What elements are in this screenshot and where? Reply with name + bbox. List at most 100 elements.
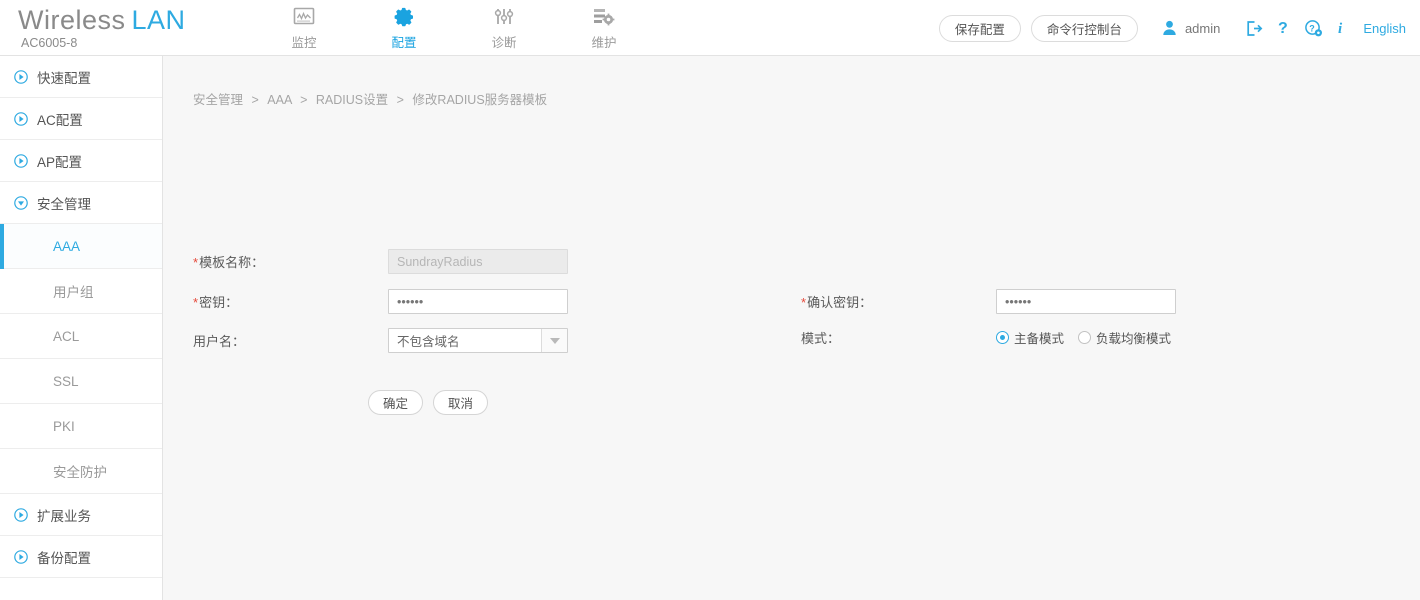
sidebar-label-security-defense: 安全防护 bbox=[53, 465, 107, 480]
sidebar-item-user-group[interactable]: 用户组 bbox=[0, 269, 162, 314]
support-icon[interactable]: ? bbox=[1304, 19, 1323, 38]
chevron-right-icon bbox=[14, 69, 28, 84]
chevron-down-icon[interactable] bbox=[541, 329, 567, 352]
sidebar-item-security-defense[interactable]: 安全防护 bbox=[0, 449, 162, 494]
sidebar-item-pki[interactable]: PKI bbox=[0, 404, 162, 449]
field-mode: 模式： 主备模式 负载均衡模式 bbox=[801, 328, 1171, 347]
breadcrumb-separator: > bbox=[251, 93, 259, 107]
sidebar-item-backup-config[interactable]: 备份配置 bbox=[0, 536, 162, 578]
topnav-label-maintenance: 维护 bbox=[591, 36, 617, 50]
sidebar-item-aaa[interactable]: AAA bbox=[0, 224, 162, 269]
field-username: 用户名： 不包含域名 bbox=[193, 328, 568, 353]
brand-title: Wireless LAN bbox=[18, 4, 250, 36]
sidebar-label-pki: PKI bbox=[53, 418, 75, 434]
breadcrumb-separator: > bbox=[396, 93, 404, 107]
brand-logo: Wireless LAN AC6005-8 bbox=[0, 0, 250, 50]
device-model: AC6005-8 bbox=[21, 36, 78, 50]
sidebar: 快速配置 AC配置 AP配置 安全管理 AAA 用户组 ACL SSL PKI … bbox=[0, 56, 163, 600]
sidebar-label-user-group: 用户组 bbox=[53, 285, 94, 300]
sidebar-label-aaa: AAA bbox=[53, 238, 81, 254]
svg-text:i: i bbox=[1338, 21, 1343, 37]
chevron-right-icon bbox=[14, 111, 28, 126]
brand-accent: LAN bbox=[131, 5, 186, 35]
sidebar-item-quick-config[interactable]: 快速配置 bbox=[0, 56, 162, 98]
user-avatar-icon bbox=[1162, 20, 1177, 36]
topnav-label-diagnostics: 诊断 bbox=[491, 36, 517, 50]
sliders-icon bbox=[476, 3, 532, 31]
language-switch[interactable]: English bbox=[1363, 21, 1406, 36]
save-config-button[interactable]: 保存配置 bbox=[938, 14, 1021, 42]
label-text-confirm-secret: 确认密钥： bbox=[807, 295, 873, 310]
topnav-item-monitor[interactable]: 监控 bbox=[276, 3, 332, 51]
sidebar-label-quick-config: 快速配置 bbox=[37, 70, 91, 86]
body-wrapper: 快速配置 AC配置 AP配置 安全管理 AAA 用户组 ACL SSL PKI … bbox=[0, 56, 1420, 600]
field-template-name: *模板名称： bbox=[193, 249, 568, 274]
radio-dot[interactable] bbox=[1078, 331, 1092, 344]
top-navigation: 监控 配置 诊断 维护 bbox=[276, 0, 632, 51]
mode-option-label-load-balance: 负载均衡模式 bbox=[1096, 332, 1172, 346]
header-actions: 保存配置 命令行控制台 admin ? ? i English bbox=[938, 0, 1406, 56]
template-name-input[interactable] bbox=[388, 249, 568, 274]
app-header: Wireless LAN AC6005-8 监控 配置 诊断 维护 保存配置 命… bbox=[0, 0, 1420, 56]
brand-name: Wireless bbox=[18, 5, 126, 35]
sidebar-label-ac-config: AC配置 bbox=[37, 112, 83, 128]
sidebar-label-extended-service: 扩展业务 bbox=[37, 508, 91, 524]
sidebar-item-extended-service[interactable]: 扩展业务 bbox=[0, 494, 162, 536]
form-actions: 确定 取消 bbox=[368, 390, 489, 415]
user-name-label: admin bbox=[1184, 20, 1221, 36]
username-select-value: 不包含域名 bbox=[397, 335, 460, 349]
chevron-right-icon bbox=[14, 153, 28, 168]
required-marker: * bbox=[193, 295, 199, 310]
submit-button[interactable]: 确定 bbox=[368, 390, 424, 415]
sidebar-label-acl: ACL bbox=[53, 328, 80, 344]
breadcrumb-item-3: 修改RADIUS服务器模板 bbox=[412, 93, 548, 107]
sidebar-subitem-wrapper: AAA bbox=[0, 224, 162, 269]
sidebar-label-security-management: 安全管理 bbox=[37, 196, 91, 212]
label-text-template-name: 模板名称： bbox=[199, 255, 265, 270]
content-area: 安全管理 > AAA > RADIUS设置 > 修改RADIUS服务器模板 *模… bbox=[163, 56, 1420, 600]
svg-text:?: ? bbox=[1310, 23, 1316, 33]
required-marker: * bbox=[801, 295, 807, 310]
username-select[interactable]: 不包含域名 bbox=[388, 328, 568, 353]
breadcrumb-item-0[interactable]: 安全管理 bbox=[193, 93, 243, 107]
chevron-right-icon bbox=[14, 507, 28, 522]
chevron-down-icon bbox=[14, 195, 28, 210]
mode-option-label-active-standby: 主备模式 bbox=[1014, 332, 1065, 346]
topnav-label-monitor: 监控 bbox=[291, 36, 317, 50]
logout-icon[interactable] bbox=[1246, 20, 1263, 37]
radio-dot-selected[interactable] bbox=[996, 331, 1009, 344]
sidebar-item-ac-config[interactable]: AC配置 bbox=[0, 98, 162, 140]
cli-console-button[interactable]: 命令行控制台 bbox=[1030, 14, 1138, 42]
svg-text:?: ? bbox=[1278, 20, 1288, 37]
breadcrumb-item-1[interactable]: AAA bbox=[267, 93, 291, 107]
cancel-button[interactable]: 取消 bbox=[433, 390, 489, 415]
sidebar-item-acl[interactable]: ACL bbox=[0, 314, 162, 359]
field-secret: *密钥： bbox=[193, 289, 568, 314]
label-text-mode: 模式： bbox=[801, 331, 841, 346]
topnav-label-config: 配置 bbox=[391, 36, 417, 50]
mode-option-active-standby[interactable]: 主备模式 bbox=[996, 328, 1064, 347]
chevron-right-icon bbox=[14, 549, 28, 564]
topnav-item-config[interactable]: 配置 bbox=[376, 3, 432, 51]
info-icon[interactable]: i bbox=[1337, 19, 1347, 37]
gear-icon bbox=[376, 3, 432, 31]
sidebar-label-ap-config: AP配置 bbox=[37, 154, 83, 170]
sidebar-item-ssl[interactable]: SSL bbox=[0, 359, 162, 404]
topnav-item-maintenance[interactable]: 维护 bbox=[576, 3, 632, 51]
breadcrumb-separator: > bbox=[300, 93, 308, 107]
secret-input[interactable] bbox=[388, 289, 568, 314]
required-marker: * bbox=[193, 255, 199, 270]
help-icon[interactable]: ? bbox=[1277, 19, 1290, 37]
confirm-secret-input[interactable] bbox=[996, 289, 1176, 314]
maintenance-icon bbox=[576, 3, 632, 31]
mode-radio-group: 主备模式 负载均衡模式 bbox=[996, 328, 1171, 347]
label-text-username: 用户名： bbox=[193, 334, 246, 349]
sidebar-item-ap-config[interactable]: AP配置 bbox=[0, 140, 162, 182]
label-text-secret: 密钥： bbox=[199, 295, 239, 310]
breadcrumb: 安全管理 > AAA > RADIUS设置 > 修改RADIUS服务器模板 bbox=[163, 56, 1420, 108]
topnav-item-diagnostics[interactable]: 诊断 bbox=[476, 3, 532, 51]
mode-option-load-balance[interactable]: 负载均衡模式 bbox=[1078, 328, 1171, 347]
sidebar-item-security-management[interactable]: 安全管理 bbox=[0, 182, 162, 224]
breadcrumb-item-2[interactable]: RADIUS设置 bbox=[316, 93, 388, 107]
sidebar-label-ssl: SSL bbox=[53, 373, 79, 389]
